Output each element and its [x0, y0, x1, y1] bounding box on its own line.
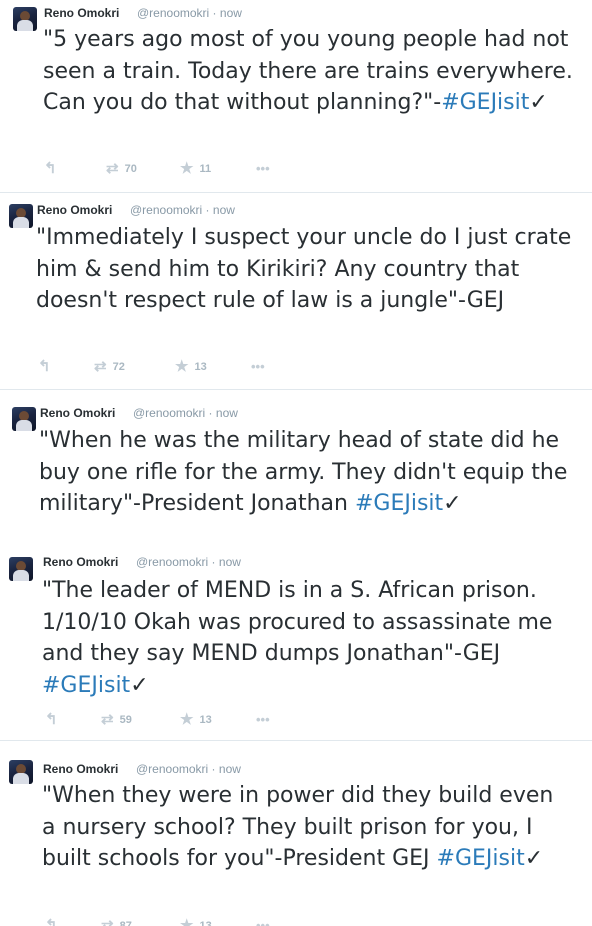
retweet-icon: ⇄ [94, 358, 107, 375]
author-name[interactable]: Reno Omokri [43, 555, 118, 569]
tweet-1[interactable]: Reno Omokri @renoomokri · now "5 years a… [0, 0, 592, 192]
retweet-icon: ⇄ [101, 917, 114, 926]
tweet-body: "Immediately I suspect your uncle do I j… [36, 225, 572, 313]
check-mark: ✓ [443, 491, 462, 516]
reply-icon: ↰ [38, 358, 51, 375]
timestamp[interactable]: now [220, 6, 242, 20]
author-name[interactable]: Reno Omokri [40, 406, 115, 420]
handle[interactable]: @renoomokri [133, 406, 205, 420]
favorite-count: 13 [199, 920, 212, 926]
star-icon: ★ [180, 160, 194, 177]
reply-button[interactable]: ↰ [45, 711, 58, 729]
handle[interactable]: @renoomokri [137, 6, 209, 20]
star-icon: ★ [180, 711, 194, 728]
more-icon[interactable]: ••• [256, 160, 270, 178]
more-icon[interactable]: ••• [256, 711, 270, 729]
author-handle[interactable]: @renoomokri · now [130, 203, 235, 217]
retweet-button[interactable]: ⇄ 87 [101, 917, 132, 926]
author-handle[interactable]: @renoomokri · now [137, 6, 242, 20]
handle[interactable]: @renoomokri [136, 555, 208, 569]
check-mark: ✓ [529, 90, 548, 115]
favorite-count: 13 [199, 714, 212, 726]
author-avatar[interactable] [9, 557, 33, 581]
star-icon: ★ [180, 917, 194, 926]
tweet-actions: ↰ ⇄ 87 ★ 13 ••• [45, 917, 305, 926]
retweet-icon: ⇄ [101, 711, 114, 728]
retweet-count: 59 [119, 714, 132, 726]
favorite-button[interactable]: ★ 11 [180, 160, 211, 178]
reply-icon: ↰ [45, 917, 58, 926]
author-name[interactable]: Reno Omokri [37, 203, 112, 217]
favorite-button[interactable]: ★ 13 [180, 711, 212, 729]
tweet-actions: ↰ ⇄ 59 ★ 13 ••• [45, 711, 305, 729]
retweet-icon: ⇄ [106, 160, 119, 177]
reply-button[interactable]: ↰ [45, 917, 58, 926]
retweet-button[interactable]: ⇄ 70 [106, 160, 137, 178]
tweet-text: "Immediately I suspect your uncle do I j… [36, 222, 576, 317]
retweet-button[interactable]: ⇄ 72 [94, 358, 125, 376]
tweet-5[interactable]: Reno Omokri @renoomokri · now "When they… [0, 741, 592, 926]
retweet-count: 72 [112, 361, 125, 373]
timestamp[interactable]: now [219, 555, 241, 569]
reply-icon: ↰ [44, 160, 57, 177]
tweet-actions: ↰ ⇄ 70 ★ 11 ••• [44, 160, 304, 178]
author-avatar[interactable] [12, 407, 36, 431]
hashtag-link[interactable]: #GEJisit [441, 90, 529, 115]
handle[interactable]: @renoomokri [130, 203, 202, 217]
author-avatar[interactable] [9, 204, 33, 228]
retweet-count: 70 [124, 163, 137, 175]
favorite-button[interactable]: ★ 13 [175, 358, 207, 376]
handle[interactable]: @renoomokri [136, 762, 208, 776]
favorite-button[interactable]: ★ 13 [180, 917, 212, 926]
tweet-4[interactable]: Reno Omokri @renoomokri · now "The leade… [0, 540, 592, 740]
check-mark: ✓ [130, 672, 149, 698]
more-icon[interactable]: ••• [256, 917, 270, 926]
hashtag-link[interactable]: #GEJisit [437, 846, 525, 871]
author-avatar[interactable] [13, 7, 37, 31]
tweet-text: "When they were in power did they build … [42, 780, 572, 875]
tweet-actions: ↰ ⇄ 72 ★ 13 ••• [38, 358, 298, 376]
author-name[interactable]: Reno Omokri [44, 6, 119, 20]
author-handle[interactable]: @renoomokri · now [136, 555, 241, 569]
tweet-2[interactable]: Reno Omokri @renoomokri · now "Immediate… [0, 193, 592, 389]
favorite-count: 11 [199, 163, 212, 175]
retweet-count: 87 [119, 920, 132, 926]
more-icon[interactable]: ••• [251, 358, 265, 376]
timestamp[interactable]: now [219, 762, 241, 776]
star-icon: ★ [175, 358, 189, 375]
timestamp[interactable]: now [213, 203, 235, 217]
author-name[interactable]: Reno Omokri [43, 762, 118, 776]
timestamp[interactable]: now [216, 406, 238, 420]
tweet-text: "The leader of MEND is in a S. African p… [42, 575, 572, 701]
author-handle[interactable]: @renoomokri · now [136, 762, 241, 776]
reply-icon: ↰ [45, 711, 58, 728]
reply-button[interactable]: ↰ [44, 160, 57, 178]
tweet-body: "When he was the military head of state … [39, 428, 568, 516]
favorite-count: 13 [194, 361, 207, 373]
tweet-text: "5 years ago most of you young people ha… [43, 24, 573, 119]
hashtag-link[interactable]: #GEJisit [355, 491, 443, 516]
tweet-3[interactable]: Reno Omokri @renoomokri · now "When he w… [0, 390, 592, 540]
retweet-button[interactable]: ⇄ 59 [101, 711, 132, 729]
author-avatar[interactable] [9, 760, 33, 784]
tweet-text: "When he was the military head of state … [39, 425, 569, 520]
reply-button[interactable]: ↰ [38, 358, 51, 376]
tweet-body: "The leader of MEND is in a S. African p… [42, 578, 553, 666]
hashtag-link[interactable]: #GEJisit [42, 673, 130, 698]
check-mark: ✓ [524, 846, 544, 871]
author-handle[interactable]: @renoomokri · now [133, 406, 238, 420]
